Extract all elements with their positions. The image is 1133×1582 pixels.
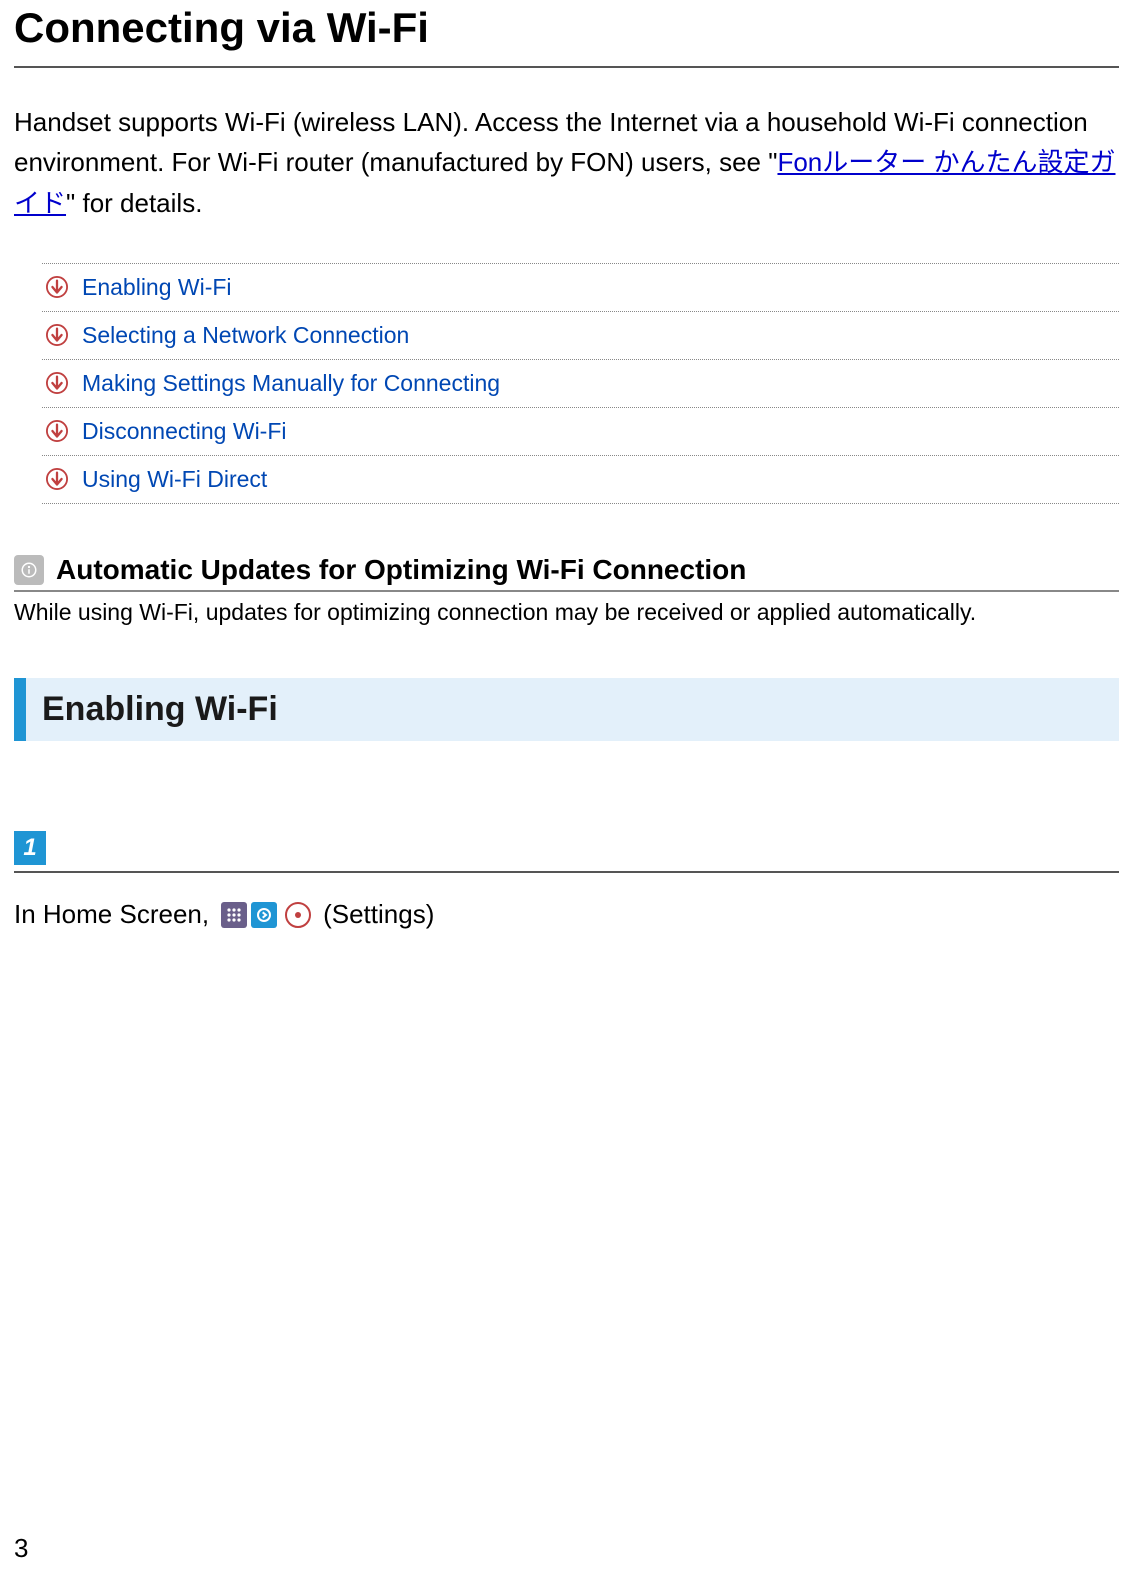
settings-gear-icon xyxy=(285,902,311,928)
step-text-pre: In Home Screen, xyxy=(14,899,209,930)
note-body: While using Wi-Fi, updates for optimizin… xyxy=(14,596,1119,628)
toc-item-enabling-wifi[interactable]: Enabling Wi-Fi xyxy=(42,264,1119,312)
down-arrow-icon xyxy=(46,372,68,394)
toc-link[interactable]: Enabling Wi-Fi xyxy=(82,274,232,301)
inline-icon-sequence xyxy=(221,902,311,928)
step-instruction: In Home Screen, (Settings) xyxy=(14,899,1119,930)
note-title: Automatic Updates for Optimizing Wi-Fi C… xyxy=(56,554,746,586)
next-arrow-icon xyxy=(251,902,277,928)
note-divider xyxy=(14,590,1119,592)
page-title: Connecting via Wi-Fi xyxy=(14,0,1119,52)
step-text-post: (Settings) xyxy=(323,899,434,930)
intro-paragraph: Handset supports Wi-Fi (wireless LAN). A… xyxy=(14,102,1119,223)
table-of-contents: Enabling Wi-Fi Selecting a Network Conne… xyxy=(42,263,1119,504)
toc-link[interactable]: Disconnecting Wi-Fi xyxy=(82,418,287,445)
toc-item-selecting-network[interactable]: Selecting a Network Connection xyxy=(42,312,1119,360)
toc-item-wifi-direct[interactable]: Using Wi-Fi Direct xyxy=(42,456,1119,504)
info-icon xyxy=(14,555,44,585)
step-block-1: 1 In Home Screen, (Settings) xyxy=(14,831,1119,930)
app-drawer-icon xyxy=(221,902,247,928)
toc-link[interactable]: Selecting a Network Connection xyxy=(82,322,409,349)
toc-item-manual-settings[interactable]: Making Settings Manually for Connecting xyxy=(42,360,1119,408)
page-number: 3 xyxy=(14,1533,28,1564)
note-block: Automatic Updates for Optimizing Wi-Fi C… xyxy=(14,554,1119,628)
title-divider xyxy=(14,66,1119,68)
down-arrow-icon xyxy=(46,324,68,346)
down-arrow-icon xyxy=(46,468,68,490)
toc-link[interactable]: Using Wi-Fi Direct xyxy=(82,466,267,493)
toc-item-disconnecting[interactable]: Disconnecting Wi-Fi xyxy=(42,408,1119,456)
down-arrow-icon xyxy=(46,420,68,442)
step-divider xyxy=(14,871,1119,873)
intro-text-post: " for details. xyxy=(66,188,202,218)
down-arrow-icon xyxy=(46,276,68,298)
step-number-badge: 1 xyxy=(14,831,46,865)
toc-link[interactable]: Making Settings Manually for Connecting xyxy=(82,370,500,397)
section-heading-enabling-wifi: Enabling Wi-Fi xyxy=(14,678,1119,741)
